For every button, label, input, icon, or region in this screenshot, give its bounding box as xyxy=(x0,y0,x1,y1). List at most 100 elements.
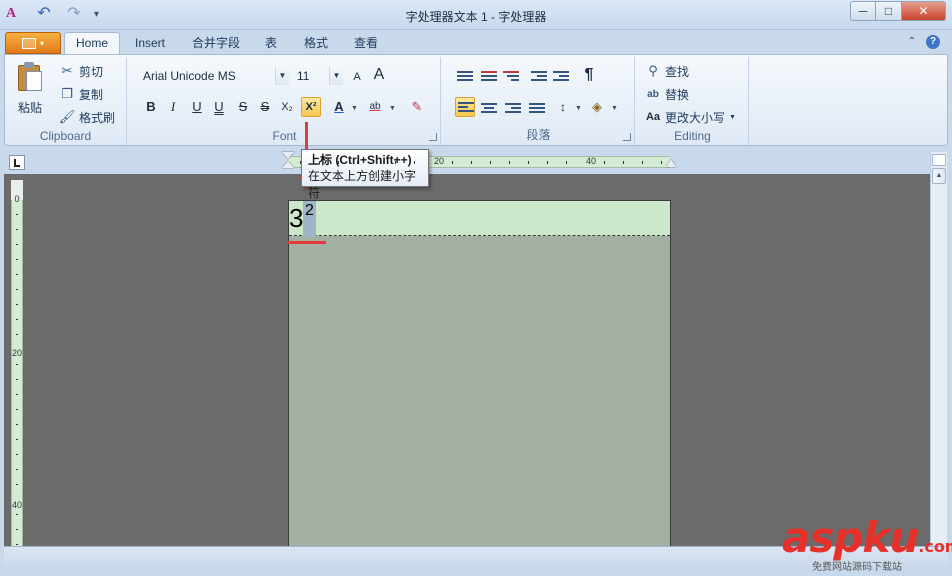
ruler-tick xyxy=(623,161,624,164)
font-size-combo[interactable]: 11 ▼ xyxy=(291,67,343,87)
ruler-tick xyxy=(319,161,320,164)
change-case-icon: Aa xyxy=(645,111,661,123)
tab-table[interactable]: 表 xyxy=(258,34,284,54)
font-group-label: Font xyxy=(272,129,297,143)
clear-format-icon[interactable]: ✎ xyxy=(407,97,427,117)
ruler-tick xyxy=(642,161,643,164)
document-text-base[interactable]: 3 xyxy=(289,203,303,233)
format-painter-button[interactable]: 🖌 格式刷 xyxy=(59,107,115,127)
numbering-icon[interactable] xyxy=(481,69,497,83)
copy-label: 复制 xyxy=(79,87,104,102)
subscript-button[interactable]: X₂ xyxy=(277,97,297,117)
maximize-button[interactable]: □ xyxy=(876,1,902,21)
vruler-label-40: 40 xyxy=(11,500,22,510)
underline-button[interactable]: U xyxy=(187,97,207,117)
ruler-tick xyxy=(16,484,18,485)
minimize-button[interactable]: ─ xyxy=(850,1,876,21)
title-bar: A ↶ ↷ ▾ 字处理器文本 1 - 字处理器 ─ □ ✕ xyxy=(0,0,952,30)
format-painter-label: 格式刷 xyxy=(79,110,116,125)
chevron-down-icon[interactable]: ▼ xyxy=(575,105,582,112)
tab-merge-fields[interactable]: 合并字段 xyxy=(184,34,248,54)
left-indent-marker[interactable] xyxy=(282,152,294,170)
paste-label: 粘贴 xyxy=(17,101,42,115)
font-dialog-launcher-icon[interactable] xyxy=(429,133,437,141)
tab-home[interactable]: Home xyxy=(64,32,120,55)
justify-icon[interactable] xyxy=(529,101,545,115)
superscript-button[interactable]: X² xyxy=(301,97,321,117)
editing-group: ⚲ 查找 ab 替换 Aa 更改大小写 ▼ Editing xyxy=(637,57,749,145)
ruler-tick xyxy=(661,161,662,164)
highlight-button[interactable]: ab xyxy=(365,97,385,117)
collapse-ribbon-icon[interactable]: ⌃ xyxy=(908,36,916,47)
chevron-down-icon[interactable]: ▼ xyxy=(389,105,396,112)
increase-indent-icon[interactable] xyxy=(553,69,569,83)
line-spacing-icon[interactable]: ↕ xyxy=(553,97,573,117)
tab-format[interactable]: 格式 xyxy=(296,34,336,54)
right-indent-marker[interactable] xyxy=(666,159,676,167)
document-text-superscript[interactable]: 2 xyxy=(303,201,316,237)
double-strikethrough-button[interactable]: S xyxy=(255,97,275,117)
ruler-tick xyxy=(490,161,491,164)
scroll-up-icon[interactable]: ▲ xyxy=(932,168,946,184)
chevron-down-icon[interactable]: ▼ xyxy=(275,67,289,85)
ruler-tick xyxy=(16,394,18,395)
ruler-tick xyxy=(547,161,548,164)
ruler-tick xyxy=(357,161,358,164)
tab-stop-selector[interactable] xyxy=(9,155,25,170)
vertical-scrollbar[interactable]: ▲ xyxy=(930,152,947,546)
font-size-value: 11 xyxy=(297,69,310,83)
shading-icon[interactable]: ◈ xyxy=(587,97,607,117)
change-case-label: 更改大小写 xyxy=(665,110,726,125)
tab-insert[interactable]: Insert xyxy=(128,34,172,54)
clipboard-group-label: Clipboard xyxy=(39,129,92,143)
paragraph-dialog-launcher-icon[interactable] xyxy=(623,133,631,141)
file-menu-button[interactable]: ▾ xyxy=(5,32,61,54)
paste-button[interactable]: 粘贴 xyxy=(13,61,47,119)
ruler-tick xyxy=(16,334,18,335)
double-underline-button[interactable]: U xyxy=(209,97,229,117)
chevron-down-icon[interactable]: ▼ xyxy=(611,105,618,112)
bullets-icon[interactable] xyxy=(457,69,473,83)
tab-view[interactable]: 查看 xyxy=(346,34,386,54)
ruler-tick xyxy=(414,161,415,164)
watermark-tagline: 免费网站源码下载站 xyxy=(812,562,902,573)
ruler-tick xyxy=(16,379,18,380)
italic-button[interactable]: I xyxy=(163,97,183,117)
chevron-down-icon[interactable]: ▼ xyxy=(329,67,343,85)
align-right-icon[interactable] xyxy=(505,101,521,115)
decrease-indent-icon[interactable] xyxy=(531,69,547,83)
replace-icon: ab xyxy=(647,88,659,100)
change-case-button[interactable]: Aa 更改大小写 ▼ xyxy=(645,107,736,127)
document-page[interactable] xyxy=(288,200,671,546)
align-left-button[interactable] xyxy=(455,97,475,117)
show-formatting-button[interactable]: ¶ xyxy=(579,65,599,85)
chevron-down-icon[interactable]: ▼ xyxy=(351,105,358,112)
ruler-tick xyxy=(16,274,18,275)
ruler-tick xyxy=(16,454,18,455)
grow-font-button[interactable]: A xyxy=(347,67,367,87)
help-icon[interactable]: ? xyxy=(926,35,940,49)
font-color-button[interactable]: A xyxy=(329,97,349,117)
replace-label: 替换 xyxy=(665,87,690,102)
ruler-tick xyxy=(16,409,18,410)
cut-button[interactable]: ✂ 剪切 xyxy=(59,61,103,81)
ruler-tick xyxy=(471,161,472,164)
strikethrough-button[interactable]: S xyxy=(233,97,253,117)
close-button[interactable]: ✕ xyxy=(902,1,946,21)
header-band xyxy=(289,201,670,236)
brush-icon: 🖌 xyxy=(58,109,76,124)
vertical-ruler[interactable] xyxy=(11,180,23,546)
bold-button[interactable]: B xyxy=(141,97,161,117)
clipboard-group: 粘贴 ✂ 剪切 ❐ 复制 🖌 格式刷 Clipboard xyxy=(5,57,127,145)
font-name-combo[interactable]: Arial Unicode MS ▼ xyxy=(137,67,289,87)
replace-button[interactable]: ab 替换 xyxy=(645,84,689,104)
find-button[interactable]: ⚲ 查找 xyxy=(645,61,689,81)
align-left-icon xyxy=(458,100,474,114)
split-handle[interactable] xyxy=(932,154,946,166)
window-title: 字处理器文本 1 - 字处理器 xyxy=(405,10,547,24)
shrink-font-button[interactable]: A xyxy=(369,65,389,85)
align-center-icon[interactable] xyxy=(481,101,497,115)
chevron-down-icon: ▼ xyxy=(729,113,736,121)
multilevel-list-icon[interactable] xyxy=(503,69,519,83)
copy-button[interactable]: ❐ 复制 xyxy=(59,84,103,104)
